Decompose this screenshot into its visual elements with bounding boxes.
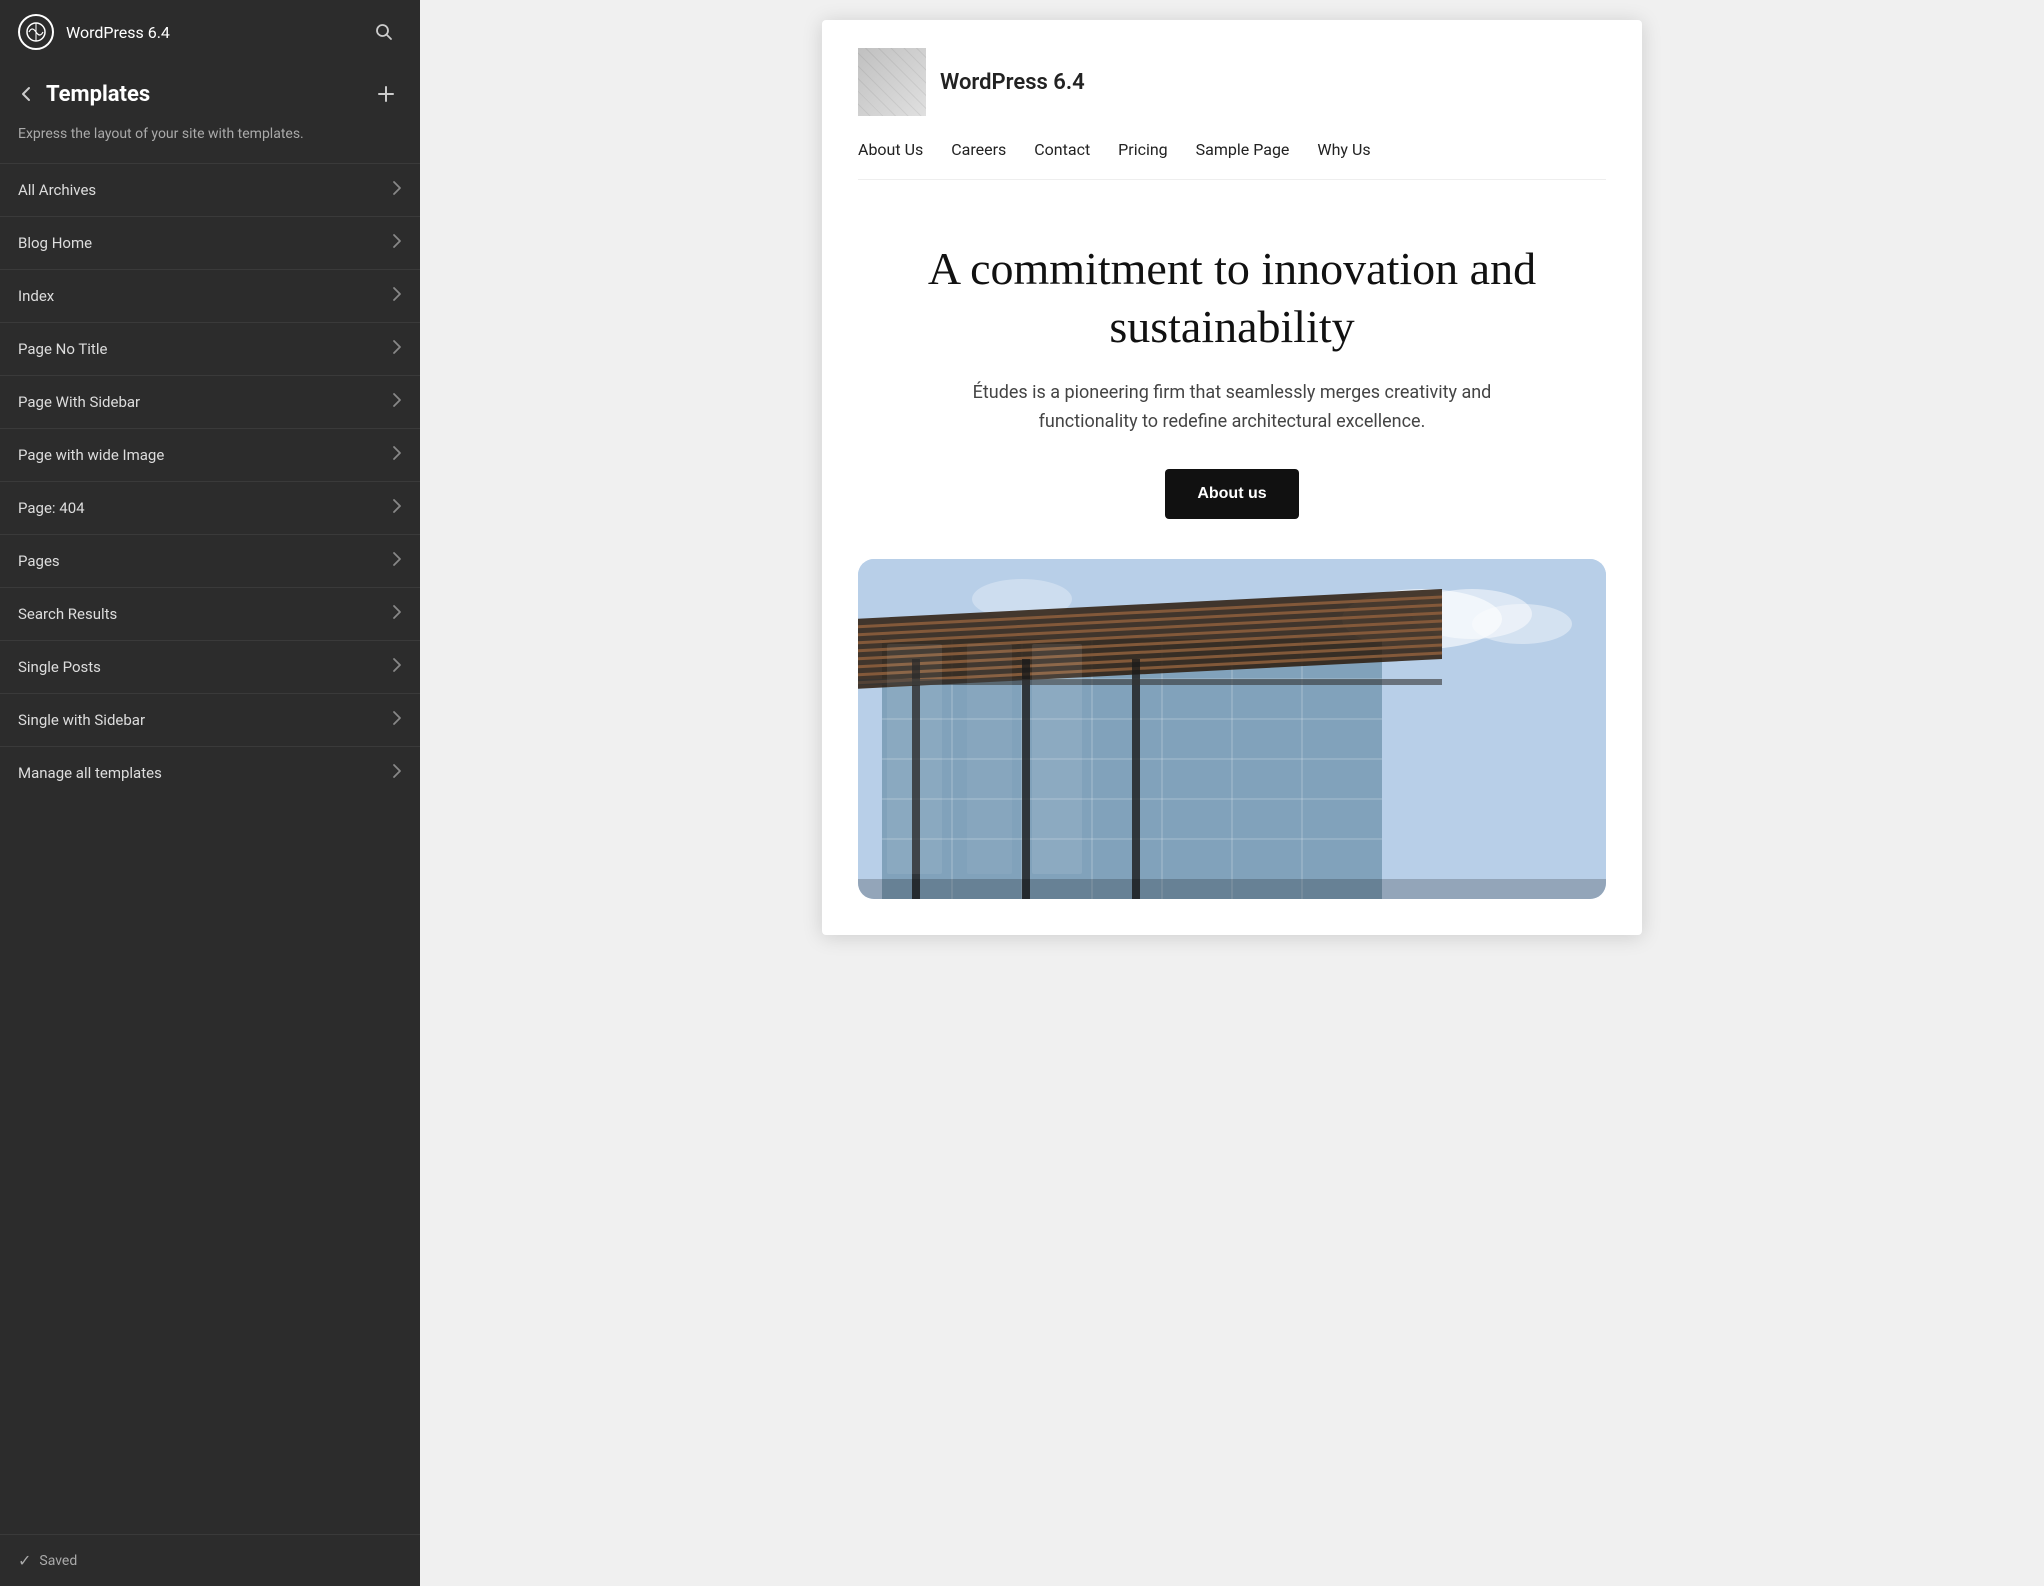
- site-hero: A commitment to innovation and sustainab…: [822, 180, 1642, 559]
- template-item-label: Single with Sidebar: [18, 711, 145, 729]
- nav-item[interactable]: Sample Page: [1196, 140, 1290, 159]
- saved-check-icon: ✓: [18, 1551, 31, 1570]
- manage-chevron-right-icon: [392, 763, 402, 783]
- template-list: All Archives Blog Home Index Page No Title P…: [0, 163, 420, 1534]
- chevron-right-icon: [392, 657, 402, 677]
- template-item[interactable]: Single Posts: [0, 640, 420, 693]
- nav-item[interactable]: About Us: [858, 140, 923, 159]
- nav-item[interactable]: Careers: [951, 140, 1006, 159]
- search-button[interactable]: [366, 14, 402, 50]
- template-item[interactable]: Blog Home: [0, 216, 420, 269]
- template-item[interactable]: All Archives: [0, 163, 420, 216]
- manage-templates-item[interactable]: Manage all templates: [0, 746, 420, 799]
- panel-header: Templates: [0, 64, 420, 120]
- template-item-label: Blog Home: [18, 234, 92, 252]
- template-item[interactable]: Page with wide Image: [0, 428, 420, 481]
- saved-label: Saved: [39, 1553, 77, 1569]
- chevron-right-icon: [392, 604, 402, 624]
- top-bar: WordPress 6.4: [0, 0, 420, 64]
- nav-item[interactable]: Why Us: [1317, 140, 1370, 159]
- template-item[interactable]: Page: 404: [0, 481, 420, 534]
- site-nav: About Us Careers Contact Pricing Sample Page…: [858, 140, 1606, 180]
- template-item-label: Page No Title: [18, 340, 107, 358]
- chevron-right-icon: [392, 445, 402, 465]
- template-item-label: Single Posts: [18, 658, 101, 676]
- chevron-right-icon: [392, 392, 402, 412]
- add-icon: [376, 84, 396, 104]
- panel-description: Express the layout of your site with tem…: [0, 120, 420, 163]
- chevron-right-icon: [392, 551, 402, 571]
- template-item[interactable]: Index: [0, 269, 420, 322]
- manage-templates-label: Manage all templates: [18, 764, 162, 782]
- preview-panel: WordPress 6.4 About Us Careers Contact Pric…: [420, 0, 2044, 1586]
- wordpress-logo[interactable]: [18, 14, 54, 50]
- site-logo-row: WordPress 6.4: [858, 48, 1606, 116]
- building-illustration: [858, 559, 1606, 899]
- template-item[interactable]: Single with Sidebar: [0, 693, 420, 746]
- site-logo-image: [858, 48, 926, 116]
- template-item[interactable]: Search Results: [0, 587, 420, 640]
- template-item-label: Pages: [18, 552, 60, 570]
- template-item[interactable]: Page No Title: [0, 322, 420, 375]
- chevron-right-icon: [392, 180, 402, 200]
- back-button[interactable]: [18, 85, 36, 103]
- app-title: WordPress 6.4: [66, 23, 354, 42]
- template-item[interactable]: Pages: [0, 534, 420, 587]
- chevron-right-icon: [392, 710, 402, 730]
- template-item-label: Page with wide Image: [18, 446, 164, 464]
- template-item-label: Page With Sidebar: [18, 393, 140, 411]
- search-icon: [374, 22, 394, 42]
- chevron-right-icon: [392, 498, 402, 518]
- template-item-label: Index: [18, 287, 54, 305]
- building-image: [858, 559, 1606, 899]
- panel-title: Templates: [46, 82, 360, 107]
- hero-subtitle: Études is a pioneering firm that seamles…: [952, 379, 1512, 437]
- chevron-right-icon: [392, 286, 402, 306]
- saved-bar: ✓ Saved: [0, 1534, 420, 1586]
- template-item-label: Search Results: [18, 605, 117, 623]
- sidebar: WordPress 6.4 Templates Express the layo…: [0, 0, 420, 1586]
- hero-title: A commitment to innovation and sustainab…: [858, 240, 1606, 355]
- template-item-label: All Archives: [18, 181, 96, 199]
- back-arrow-icon: [18, 85, 36, 103]
- site-image-section: [822, 559, 1642, 935]
- wp-logo-icon: [26, 22, 46, 42]
- add-template-button[interactable]: [370, 78, 402, 110]
- chevron-right-icon: [392, 233, 402, 253]
- nav-item[interactable]: Pricing: [1118, 140, 1168, 159]
- template-item[interactable]: Page With Sidebar: [0, 375, 420, 428]
- chevron-right-icon: [392, 339, 402, 359]
- template-item-label: Page: 404: [18, 499, 85, 517]
- site-header: WordPress 6.4 About Us Careers Contact Pric…: [822, 20, 1642, 180]
- site-frame: WordPress 6.4 About Us Careers Contact Pric…: [822, 20, 1642, 935]
- nav-item[interactable]: Contact: [1034, 140, 1090, 159]
- hero-button[interactable]: About us: [1165, 469, 1298, 519]
- site-name: WordPress 6.4: [940, 70, 1085, 95]
